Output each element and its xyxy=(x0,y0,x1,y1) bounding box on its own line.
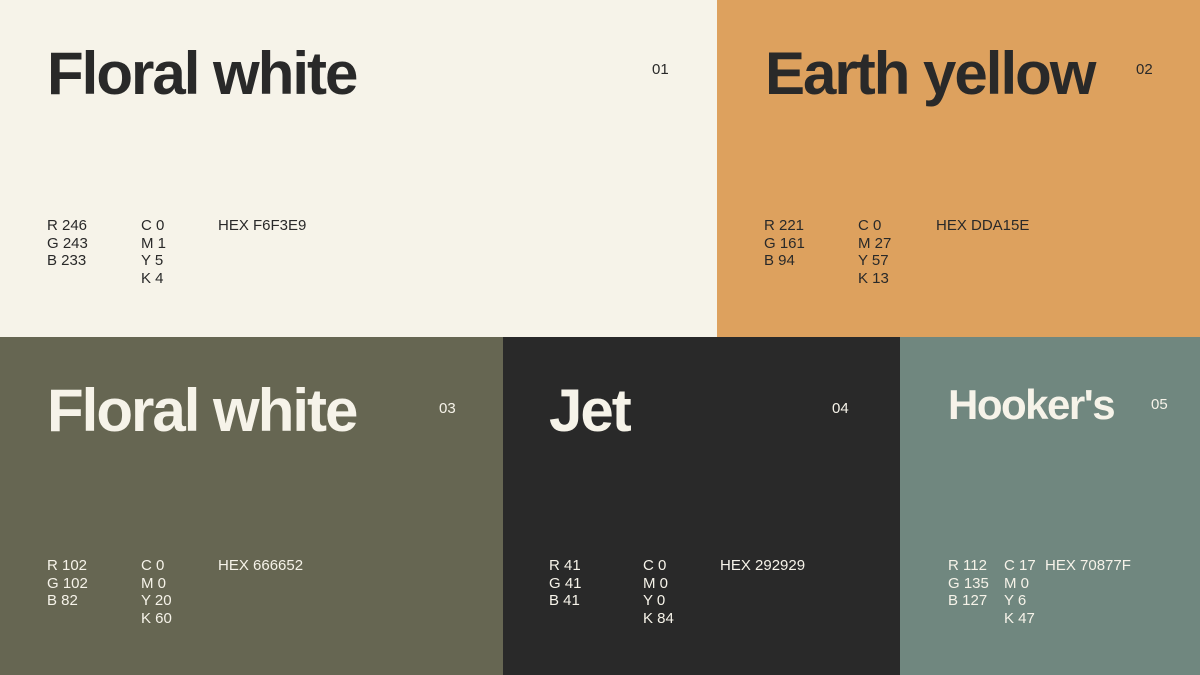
rgb-b: B 94 xyxy=(764,252,795,269)
cmyk-c: C 0 xyxy=(141,557,165,574)
rgb-b: B 82 xyxy=(47,592,78,609)
cmyk-c: C 0 xyxy=(141,217,165,234)
rgb-values: R 112 G 135 B 127 xyxy=(948,557,989,610)
hex-value: HEX 666652 xyxy=(218,557,304,574)
swatch-number: 05 xyxy=(1151,396,1168,413)
cmyk-k: K 60 xyxy=(141,609,172,627)
swatch-number: 04 xyxy=(832,400,849,417)
rgb-r: R 246 xyxy=(47,217,88,234)
rgb-values: R 246 G 243 B 233 xyxy=(47,217,88,270)
cmyk-values: C 17 M 0 Y 6 K 47 xyxy=(1004,557,1036,627)
cmyk-c: C 17 xyxy=(1004,557,1036,574)
cmyk-values: C 0 M 0 Y 0 K 84 xyxy=(643,557,674,627)
color-swatch-hookers: Hooker's 05 R 112 G 135 B 127 C 17 M 0 Y… xyxy=(900,337,1200,675)
rgb-g: G 102 xyxy=(47,574,88,592)
cmyk-k: K 84 xyxy=(643,609,674,627)
rgb-b: B 127 xyxy=(948,592,988,609)
color-swatch-earth-yellow: Earth yellow 02 R 221 G 161 B 94 C 0 M 2… xyxy=(717,0,1200,337)
cmyk-m: M 27 xyxy=(858,234,892,252)
color-name: Jet xyxy=(549,377,632,444)
cmyk-values: C 0 M 27 Y 57 K 13 xyxy=(858,217,891,287)
rgb-g: G 243 xyxy=(47,234,88,252)
color-swatch-jet: Jet 04 R 41 G 41 B 41 C 0 M 0 Y 0 K 84 H… xyxy=(503,337,900,675)
rgb-values: R 102 G 102 B 82 xyxy=(47,557,88,610)
cmyk-c: C 0 xyxy=(643,557,667,574)
cmyk-m: M 0 xyxy=(141,574,167,592)
hex-value: HEX 292929 xyxy=(720,557,806,574)
swatch-number: 01 xyxy=(652,61,669,78)
rgb-g: G 41 xyxy=(549,574,582,592)
cmyk-y: Y 20 xyxy=(141,592,172,609)
cmyk-y: Y 5 xyxy=(141,252,164,269)
swatch-number: 03 xyxy=(439,400,456,417)
hex-value: HEX 70877F xyxy=(1045,557,1131,574)
cmyk-k: K 47 xyxy=(1004,609,1035,627)
cmyk-y: Y 6 xyxy=(1004,592,1027,609)
hex-value: HEX F6F3E9 xyxy=(218,217,307,234)
color-swatch-floral-white: Floral white 01 R 246 G 243 B 233 C 0 M … xyxy=(0,0,717,337)
rgb-r: R 112 xyxy=(948,557,987,574)
color-name: Earth yellow xyxy=(765,40,1096,107)
rgb-g: G 135 xyxy=(948,574,989,592)
hex-value: HEX DDA15E xyxy=(936,217,1030,234)
cmyk-k: K 4 xyxy=(141,269,164,287)
color-name: Floral white xyxy=(47,40,358,107)
rgb-values: R 221 G 161 B 94 xyxy=(764,217,805,270)
rgb-r: R 41 xyxy=(549,557,581,574)
cmyk-m: M 0 xyxy=(1004,574,1030,592)
rgb-b: B 41 xyxy=(549,592,580,609)
rgb-g: G 161 xyxy=(764,234,805,252)
cmyk-k: K 13 xyxy=(858,269,889,287)
cmyk-values: C 0 M 1 Y 5 K 4 xyxy=(141,217,166,287)
cmyk-values: C 0 M 0 Y 20 K 60 xyxy=(141,557,172,627)
color-swatch-olive: Floral white 03 R 102 G 102 B 82 C 0 M 0… xyxy=(0,337,503,675)
rgb-r: R 221 xyxy=(764,217,805,234)
cmyk-m: M 1 xyxy=(141,234,167,252)
color-name: Floral white xyxy=(47,377,358,444)
rgb-b: B 233 xyxy=(47,252,87,269)
rgb-r: R 102 xyxy=(47,557,88,574)
cmyk-m: M 0 xyxy=(643,574,669,592)
color-name: Hooker's xyxy=(948,381,1116,428)
cmyk-y: Y 57 xyxy=(858,252,889,269)
cmyk-y: Y 0 xyxy=(643,592,666,609)
rgb-values: R 41 G 41 B 41 xyxy=(549,557,582,610)
swatch-number: 02 xyxy=(1136,61,1153,78)
cmyk-c: C 0 xyxy=(858,217,882,234)
